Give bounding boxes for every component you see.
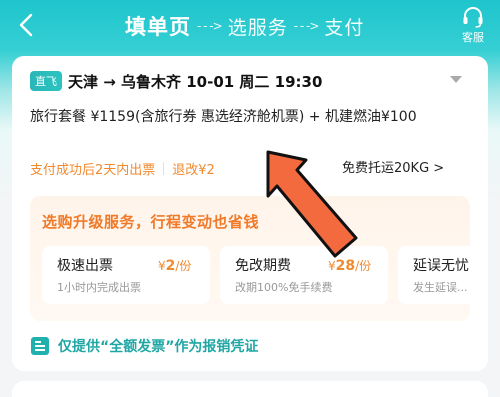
upgrade-title: 选购升级服务，行程变动也省钱 [42, 213, 260, 231]
refund-change-link[interactable]: 退改¥2 [172, 159, 215, 178]
option-desc: 1小时内完成出票 [57, 281, 141, 294]
flight-card: 直飞 天津 → 乌鲁木齐 10-01 周二 19:30 旅行套餐 ¥1159(含… [12, 56, 488, 371]
option-delay-protection[interactable]: 延误无忧 发生延误... [398, 246, 482, 304]
package-price: 旅行套餐 ¥1159(含旅行券 惠选经济舱机票) + 机建燃油¥100 [30, 109, 417, 125]
option-price: ¥2/份 [158, 258, 192, 274]
progress-steps: 填单页 - - -> 选服务 - - -> 支付 [125, 8, 364, 44]
expand-caret-icon[interactable] [450, 76, 462, 83]
option-price: ¥28/份 [328, 258, 372, 274]
step-arrow: - - -> [197, 19, 223, 33]
invoice-text: 仅提供“全额发票”作为报销凭证 [58, 339, 259, 355]
flight-route: 天津 → 乌鲁木齐 10-01 周二 19:30 [68, 72, 323, 91]
upgrade-services: 选购升级服务，行程变动也省钱 极速出票 ¥2/份 1小时内完成出票 免改期费 ¥… [30, 196, 482, 321]
option-name: 免改期费 [235, 258, 291, 274]
step-payment: 支付 [324, 16, 365, 39]
step-select-service: 选服务 [227, 16, 288, 39]
invoice-icon [31, 337, 49, 355]
customer-service-button[interactable]: 客服 [456, 6, 490, 45]
option-fast-ticketing[interactable]: 极速出票 ¥2/份 1小时内完成出票 [42, 246, 210, 304]
headset-icon [463, 7, 483, 28]
invoice-notice: 仅提供“全额发票”作为报销凭证 [30, 334, 258, 358]
customer-service-label: 客服 [462, 31, 484, 44]
step-fill-form: 填单页 [125, 15, 191, 39]
direct-flight-badge: 直飞 [30, 71, 62, 91]
top-bar: 填单页 - - -> 选服务 - - -> 支付 客服 [0, 0, 500, 52]
flight-summary[interactable]: 直飞 天津 → 乌鲁木齐 10-01 周二 19:30 [30, 70, 470, 92]
option-free-rebooking[interactable]: 免改期费 ¥28/份 改期100%免手续费 [220, 246, 388, 304]
chevron-left-icon [19, 13, 33, 37]
next-card [12, 381, 488, 397]
upgrade-options: 极速出票 ¥2/份 1小时内完成出票 免改期费 ¥28/份 改期100%免手续费… [42, 246, 482, 304]
step-arrow: - - -> [293, 19, 320, 33]
ticketing-time: 支付成功后2天内出票 [30, 162, 156, 178]
divider [163, 161, 165, 175]
back-button[interactable] [12, 10, 42, 40]
baggage-allowance-link[interactable]: 免费托运20KG > [342, 157, 444, 176]
option-desc: 改期100%免手续费 [235, 281, 333, 294]
option-desc: 发生延误... [413, 281, 468, 294]
ticket-notices: 支付成功后2天内出票 退改¥2 免费托运20KG > [30, 157, 470, 179]
option-name: 极速出票 [57, 258, 113, 274]
option-name: 延误无忧 [413, 258, 469, 274]
